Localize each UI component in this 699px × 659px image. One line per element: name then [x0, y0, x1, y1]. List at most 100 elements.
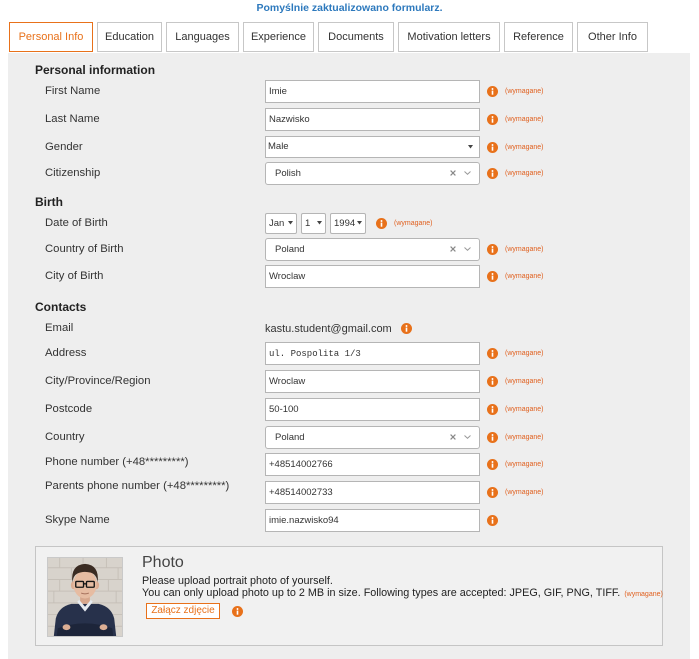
birth-month-value: Jan [269, 218, 285, 229]
info-icon[interactable] [487, 114, 498, 125]
postcode-row: Postcode (wymagane) [0, 398, 699, 421]
phone-input[interactable] [265, 453, 480, 476]
parents-phone-label: Parents phone number (+48*********) [45, 480, 230, 492]
section-title-birth: Birth [35, 195, 63, 209]
tab-reference[interactable]: Reference [504, 22, 573, 52]
info-icon[interactable] [487, 142, 498, 153]
first-name-label: First Name [45, 85, 101, 97]
citizenship-select[interactable]: Polish [265, 162, 480, 185]
email-label: Email [45, 322, 74, 334]
info-icon[interactable] [487, 271, 498, 282]
citizenship-row: Citizenship Polish (wymagane) [0, 162, 699, 185]
parents-phone-input[interactable] [265, 481, 480, 504]
profile-photo [47, 557, 123, 637]
required-note: (wymagane) [505, 144, 544, 151]
country-of-birth-select[interactable]: Poland [265, 238, 480, 261]
tab-personal-info[interactable]: Personal Info [9, 22, 93, 52]
required-note: (wymagane) [505, 116, 544, 123]
info-icon[interactable] [487, 459, 498, 470]
parents-phone-row: Parents phone number (+48*********) (wym… [0, 480, 699, 504]
photo-size-note-line: You can only upload photo up to 2 MB in … [142, 587, 663, 601]
required-note: (wymagane) [505, 489, 544, 496]
country-of-birth-label: Country of Birth [45, 243, 124, 255]
birth-day-value: 1 [305, 218, 311, 229]
info-icon[interactable] [487, 86, 498, 97]
birth-day-select[interactable]: 1 [301, 213, 326, 234]
profile-photo-image [48, 558, 122, 636]
clear-icon[interactable] [450, 434, 456, 440]
city-of-birth-input[interactable] [265, 265, 480, 288]
info-icon[interactable] [401, 323, 412, 334]
caret-down-icon [288, 221, 293, 225]
date-of-birth-row: Date of Birth Jan 1 1994 (wymagane) [0, 212, 699, 235]
info-icon[interactable] [487, 168, 498, 179]
caret-down-icon [468, 145, 473, 149]
city-row: City/Province/Region (wymagane) [0, 370, 699, 393]
country-select[interactable]: Poland [265, 426, 480, 449]
email-value: kastu.student@gmail.com [265, 322, 392, 335]
required-note: (wymagane) [505, 170, 544, 177]
city-input[interactable] [265, 370, 480, 393]
citizenship-value: Polish [275, 168, 301, 179]
country-of-birth-value: Poland [275, 244, 305, 255]
info-icon[interactable] [487, 404, 498, 415]
phone-row: Phone number (+48*********) (wymagane) [0, 453, 699, 476]
postcode-label: Postcode [45, 403, 93, 415]
required-note: (wymagane) [505, 378, 544, 385]
info-icon[interactable] [487, 515, 498, 526]
address-input[interactable] [265, 342, 480, 365]
section-title-contacts: Contacts [35, 300, 87, 314]
city-label: City/Province/Region [45, 375, 151, 387]
last-name-input[interactable] [265, 108, 480, 131]
gender-label: Gender [45, 141, 83, 153]
postcode-input[interactable] [265, 398, 480, 421]
country-row: Country Poland (wymagane) [0, 426, 699, 449]
chevron-down-icon [464, 171, 471, 175]
address-row: Address (wymagane) [0, 342, 699, 365]
citizenship-label: Citizenship [45, 167, 101, 179]
required-note: (wymagane) [505, 406, 544, 413]
upload-photo-button[interactable]: Załącz zdjęcie [146, 603, 220, 619]
skype-row: Skype Name [0, 509, 699, 532]
gender-row: Gender Male (wymagane) [0, 136, 699, 159]
email-display: kastu.student@gmail.com [265, 317, 412, 340]
tab-documents[interactable]: Documents [318, 22, 394, 52]
info-icon[interactable] [376, 218, 387, 229]
required-note: (wymagane) [505, 88, 544, 95]
clear-icon[interactable] [450, 170, 456, 176]
photo-instruction: Please upload portrait photo of yourself… [142, 575, 333, 587]
caret-down-icon [357, 221, 362, 225]
last-name-row: Last Name (wymagane) [0, 108, 699, 131]
caret-down-icon [317, 221, 322, 225]
tab-education[interactable]: Education [97, 22, 162, 52]
info-icon[interactable] [232, 606, 243, 617]
city-of-birth-row: City of Birth (wymagane) [0, 265, 699, 288]
photo-title: Photo [142, 554, 184, 571]
tab-other-info[interactable]: Other Info [577, 22, 648, 52]
info-icon[interactable] [487, 487, 498, 498]
required-note: (wymagane) [505, 461, 544, 468]
info-icon[interactable] [487, 244, 498, 255]
address-label: Address [45, 347, 87, 359]
tab-bar: Personal Info Education Languages Experi… [9, 22, 648, 52]
birth-month-select[interactable]: Jan [265, 213, 297, 234]
gender-select[interactable]: Male [265, 136, 480, 158]
birth-year-select[interactable]: 1994 [330, 213, 366, 234]
skype-input[interactable] [265, 509, 480, 532]
photo-section: Photo Please upload portrait photo of yo… [35, 546, 663, 646]
first-name-input[interactable] [265, 80, 480, 103]
success-message: Pomyślnie zaktualizowano formularz. [256, 2, 443, 14]
city-of-birth-label: City of Birth [45, 270, 104, 282]
required-note: (wymagane) [505, 350, 544, 357]
info-icon[interactable] [487, 432, 498, 443]
tab-experience[interactable]: Experience [243, 22, 314, 52]
tab-languages[interactable]: Languages [166, 22, 239, 52]
required-note: (wymagane) [505, 434, 544, 441]
info-icon[interactable] [487, 348, 498, 359]
country-value: Poland [275, 432, 305, 443]
info-icon[interactable] [487, 376, 498, 387]
date-of-birth-label: Date of Birth [45, 217, 108, 229]
clear-icon[interactable] [450, 246, 456, 252]
phone-label: Phone number (+48*********) [45, 456, 189, 468]
tab-motivation-letters[interactable]: Motivation letters [398, 22, 500, 52]
